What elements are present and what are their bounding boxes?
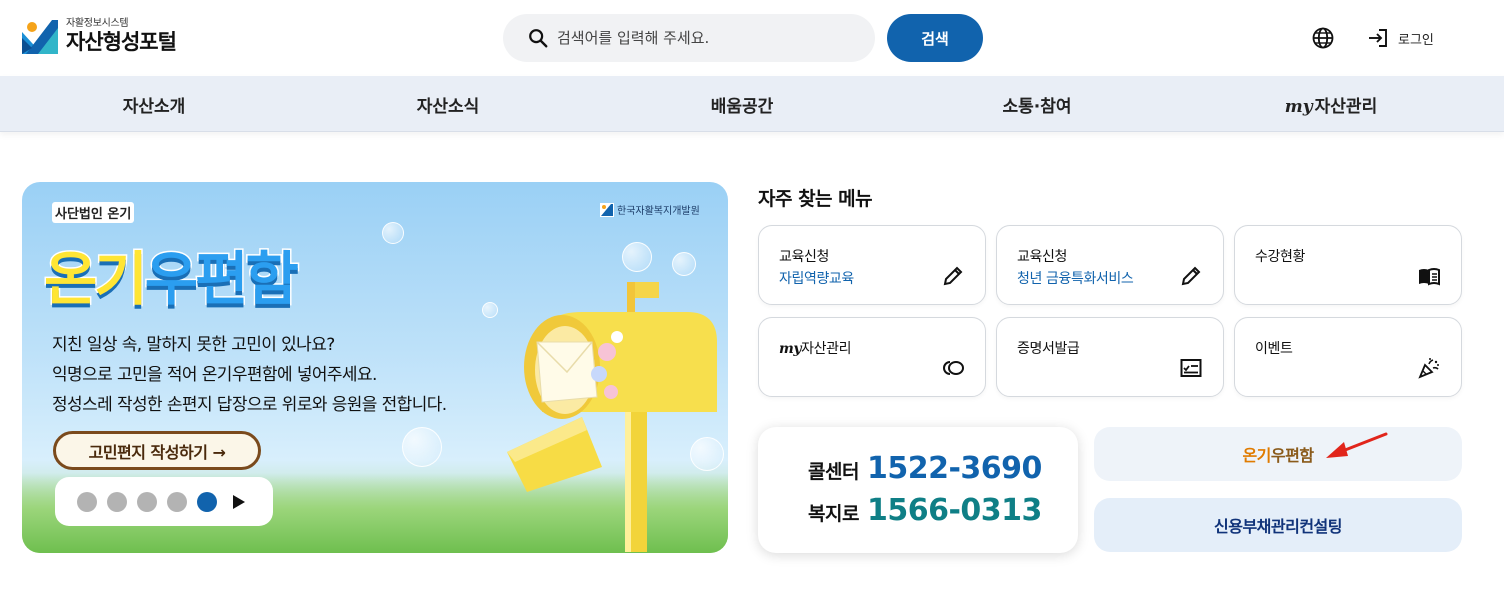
- carousel-dot-3[interactable]: [137, 491, 157, 512]
- card-title: 이벤트: [1255, 341, 1293, 357]
- card-title: 교육신청: [1017, 249, 1067, 265]
- nav-my-label: 자산관리: [1314, 97, 1378, 117]
- card-subtitle: 자립역량교육: [779, 271, 854, 287]
- certificate-icon: [1180, 359, 1202, 377]
- banner-org: 사단법인 온기: [52, 202, 135, 223]
- bubble-decoration: [402, 427, 442, 467]
- contact-box: 콜센터 1522-3690 복지로 1566-0313: [758, 427, 1078, 553]
- credit-consulting-link[interactable]: 신용부채관리컨설팅: [1094, 498, 1462, 552]
- card-title: 교육신청: [779, 249, 829, 265]
- banner-institute: 한국자활복지개발원: [600, 202, 700, 217]
- nav-item-asset-intro[interactable]: 자산소개: [123, 92, 186, 117]
- card-my-label: 자산관리: [801, 341, 852, 357]
- banner-line: 지친 일상 속, 말하지 못한 고민이 있나요?: [52, 335, 335, 355]
- pencil-icon: [1181, 266, 1201, 286]
- play-icon[interactable]: [233, 494, 245, 509]
- search-button[interactable]: 검색: [887, 14, 983, 62]
- search-icon: [529, 29, 548, 48]
- institute-logo-icon: [600, 202, 614, 217]
- card-my-prefix: my: [779, 341, 802, 357]
- globe-icon[interactable]: [1311, 26, 1335, 50]
- banner-line: 익명으로 고민을 적어 온기우편함에 넣어주세요.: [52, 365, 377, 385]
- welfare-label: 복지로: [808, 503, 859, 525]
- banner-line: 정성스레 작성한 손편지 답장으로 위로와 응원을 전합니다.: [52, 395, 447, 415]
- call-center-row: 콜센터 1522-3690: [808, 451, 1042, 486]
- call-center-label: 콜센터: [808, 461, 859, 483]
- bubble-decoration: [382, 222, 404, 244]
- quick-card-course-status[interactable]: 수강현황: [1234, 225, 1462, 305]
- quick-card-my-asset[interactable]: my자산관리: [758, 317, 986, 397]
- call-center-number[interactable]: 1522-3690: [867, 451, 1042, 486]
- banner-institute-name: 한국자활복지개발원: [617, 206, 700, 217]
- quick-card-youth-finance[interactable]: 교육신청 청년 금융특화서비스: [996, 225, 1224, 305]
- logo-subtitle: 자활정보시스템: [66, 18, 129, 29]
- party-popper-icon: [1418, 358, 1439, 379]
- card-title: my자산관리: [779, 338, 851, 358]
- logo-title: 자산형성포털: [66, 30, 177, 54]
- quick-card-event[interactable]: 이벤트: [1234, 317, 1462, 397]
- quick-card-self-reliance-edu[interactable]: 교육신청 자립역량교육: [758, 225, 986, 305]
- quick-menu-title: 자주 찾는 메뉴: [758, 188, 873, 210]
- carousel-controls: [55, 477, 273, 526]
- card-title: 증명서발급: [1017, 341, 1080, 357]
- site-header: 자활정보시스템 자산형성포털 검색 로그인: [0, 0, 1504, 76]
- search-input[interactable]: [557, 29, 857, 47]
- quick-card-certificate[interactable]: 증명서발급: [996, 317, 1224, 397]
- banner-title-a: 온기: [43, 244, 150, 315]
- bubble-decoration: [672, 252, 696, 276]
- search-box: [503, 14, 875, 62]
- carousel-dot-2[interactable]: [107, 491, 127, 512]
- write-letter-button[interactable]: 고민편지 작성하기 →: [53, 431, 261, 470]
- nav-my-prefix: my: [1284, 97, 1313, 117]
- site-logo[interactable]: 자활정보시스템 자산형성포털: [22, 18, 177, 54]
- carousel-dot-5[interactable]: [197, 491, 217, 512]
- nav-item-participation[interactable]: 소통·참여: [1002, 92, 1071, 117]
- promo-banner[interactable]: 사단법인 온기 한국자활복지개발원 온기우편함 지친 일상 속, 말하지 못한 …: [22, 182, 728, 553]
- book-icon: [1419, 268, 1440, 286]
- welfare-number[interactable]: 1566-0313: [867, 493, 1042, 528]
- ongi-mailbox-link[interactable]: 온기 우편함: [1094, 427, 1462, 481]
- carousel-dot-4[interactable]: [167, 491, 187, 512]
- card-subtitle: 청년 금융특화서비스: [1017, 271, 1134, 287]
- ongi-link-part-b: 우편함: [1270, 446, 1314, 465]
- main-nav: 자산소개 자산소식 배움공간 소통·참여 my 자산관리: [0, 76, 1504, 132]
- logo-mark-icon: [22, 18, 58, 54]
- bubble-decoration: [622, 242, 652, 272]
- banner-title: 온기우편함: [43, 232, 301, 316]
- banner-description: 지친 일상 속, 말하지 못한 고민이 있나요? 익명으로 고민을 적어 온기우…: [52, 330, 447, 420]
- carousel-dot-1[interactable]: [77, 491, 97, 512]
- welfare-row: 복지로 1566-0313: [808, 493, 1042, 528]
- login-icon: [1369, 29, 1387, 47]
- nav-item-my-asset[interactable]: my 자산관리: [1285, 92, 1377, 117]
- nav-item-asset-news[interactable]: 자산소식: [417, 92, 480, 117]
- coins-icon: [943, 361, 964, 375]
- login-button[interactable]: 로그인: [1366, 26, 1434, 50]
- card-title: 수강현황: [1255, 249, 1305, 265]
- ongi-link-part-a: 온기: [1242, 446, 1271, 465]
- nav-item-learning[interactable]: 배움공간: [711, 92, 774, 117]
- red-arrow-annotation-icon: [1326, 432, 1388, 458]
- banner-title-b: 우편함: [143, 244, 300, 315]
- login-label: 로그인: [1398, 32, 1434, 48]
- pencil-icon: [943, 266, 963, 286]
- mailbox-illustration: [507, 282, 717, 552]
